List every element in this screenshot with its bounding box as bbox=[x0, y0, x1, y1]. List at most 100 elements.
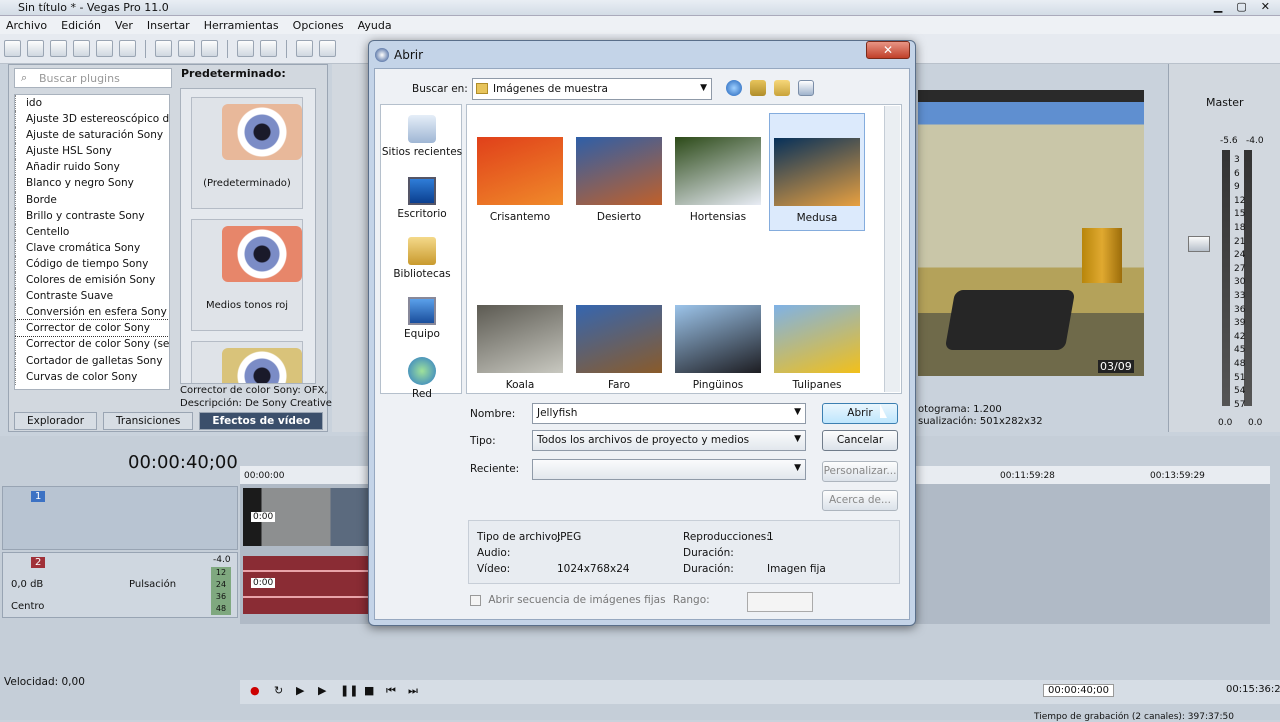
list-item[interactable]: Blanco y negro Sony bbox=[15, 175, 169, 192]
render-icon[interactable] bbox=[96, 40, 113, 57]
list-item[interactable]: Clave cromática Sony bbox=[15, 239, 169, 256]
tab-explorador[interactable]: Explorador bbox=[14, 412, 98, 430]
list-item[interactable]: Borde bbox=[15, 191, 169, 208]
file-item-koala[interactable]: Koala bbox=[472, 305, 568, 391]
list-item[interactable]: Cortador de galletas Sony bbox=[15, 352, 169, 369]
list-item[interactable]: ido bbox=[15, 95, 169, 112]
menu-opciones[interactable]: Opciones bbox=[293, 19, 344, 32]
tab-transiciones[interactable]: Transiciones bbox=[103, 412, 194, 430]
file-item-pinguinos[interactable]: Pingüinos bbox=[670, 305, 766, 391]
pause-icon[interactable]: ❚❚ bbox=[340, 684, 358, 697]
customize-button[interactable]: Personalizar... bbox=[822, 461, 898, 482]
list-item[interactable]: Añadir ruido Sony bbox=[15, 159, 169, 176]
filename-input[interactable]: Jellyfish ▼ bbox=[532, 403, 806, 424]
stop-icon[interactable]: ■ bbox=[364, 684, 374, 697]
preset-third[interactable] bbox=[191, 341, 303, 383]
file-item-desierto[interactable]: Desierto bbox=[571, 137, 667, 223]
audio-track-header[interactable]: 2 0,0 dB Pulsación Centro -4.0 12 24 36 … bbox=[2, 552, 238, 618]
close-icon[interactable]: ✕ bbox=[1261, 0, 1270, 13]
file-list[interactable]: Crisantemo Desierto Hortensias Medusa Ko… bbox=[466, 104, 902, 394]
place-computer[interactable]: Equipo bbox=[381, 297, 463, 340]
cut-icon[interactable] bbox=[155, 40, 172, 57]
maximize-icon[interactable]: ▢ bbox=[1236, 0, 1246, 13]
file-item-tulipanes[interactable]: Tulipanes bbox=[769, 305, 865, 391]
video-clip[interactable]: 0:00 bbox=[243, 488, 368, 546]
menu-edicion[interactable]: Edición bbox=[61, 19, 101, 32]
preset-default[interactable]: (Predeterminado) bbox=[191, 97, 303, 209]
normal-edit-tool-icon[interactable] bbox=[296, 40, 313, 57]
list-item[interactable]: Código de tiempo Sony bbox=[15, 255, 169, 273]
view-menu-icon[interactable] bbox=[798, 80, 814, 96]
menu-archivo[interactable]: Archivo bbox=[6, 19, 47, 32]
plugins-list[interactable]: ido Ajuste 3D estereoscópico de Ajuste d… bbox=[14, 94, 170, 390]
place-network[interactable]: Red bbox=[381, 357, 463, 400]
file-item-faro[interactable]: Faro bbox=[571, 305, 667, 391]
track-number: 2 bbox=[31, 557, 46, 568]
sequence-checkbox[interactable] bbox=[470, 594, 481, 606]
list-item[interactable]: Colores de emisión Sony bbox=[15, 272, 169, 289]
save-as-icon[interactable] bbox=[73, 40, 90, 57]
go-end-icon[interactable]: ⏭ bbox=[408, 684, 418, 698]
menu-insertar[interactable]: Insertar bbox=[147, 19, 190, 32]
scale-tick: 9 bbox=[1234, 182, 1240, 193]
audio-clip[interactable]: 0:00 bbox=[243, 556, 368, 614]
redo-icon[interactable] bbox=[260, 40, 277, 57]
list-item-selected[interactable]: Corrector de color Sony bbox=[15, 319, 169, 338]
place-recent[interactable]: Sitios recientes bbox=[381, 115, 463, 158]
file-item-medusa[interactable]: Medusa bbox=[769, 113, 865, 231]
place-libraries[interactable]: Bibliotecas bbox=[381, 237, 463, 280]
search-plugins-input[interactable]: ⌕ Buscar plugins bbox=[14, 68, 172, 88]
video-track-header[interactable]: 1 bbox=[2, 486, 238, 550]
filetype-select[interactable]: Todos los archivos de proyecto y medios … bbox=[532, 430, 806, 451]
list-item[interactable]: Brillo y contraste Sony bbox=[15, 207, 169, 224]
dialog-close-button[interactable]: ✕ bbox=[866, 41, 910, 59]
master-fader[interactable] bbox=[1188, 236, 1210, 252]
menu-herramientas[interactable]: Herramientas bbox=[204, 19, 279, 32]
range-input[interactable] bbox=[747, 592, 813, 612]
save-icon[interactable] bbox=[50, 40, 67, 57]
tab-efectos-de-video[interactable]: Efectos de vídeo bbox=[199, 412, 324, 430]
recent-select[interactable]: ▼ bbox=[532, 459, 806, 480]
menu-ver[interactable]: Ver bbox=[115, 19, 133, 32]
menu-ayuda[interactable]: Ayuda bbox=[358, 19, 392, 32]
list-item[interactable]: Ajuste HSL Sony bbox=[15, 143, 169, 160]
list-item[interactable]: Corrector de color Sony (sec bbox=[15, 336, 169, 353]
file-item-crisantemo[interactable]: Crisantemo bbox=[472, 137, 568, 223]
record-icon[interactable]: ● bbox=[250, 684, 260, 697]
paste-icon[interactable] bbox=[201, 40, 218, 57]
list-item[interactable]: Contraste Suave bbox=[15, 288, 169, 305]
undo-icon[interactable] bbox=[237, 40, 254, 57]
go-start-icon[interactable]: ⏮ bbox=[386, 684, 396, 698]
up-folder-icon[interactable] bbox=[750, 80, 766, 96]
place-desktop[interactable]: Escritorio bbox=[381, 177, 463, 220]
list-item[interactable]: Ajuste 3D estereoscópico de bbox=[15, 111, 169, 128]
new-file-icon[interactable] bbox=[4, 40, 21, 57]
loop-icon[interactable]: ↻ bbox=[274, 684, 283, 697]
file-name: Hortensias bbox=[689, 211, 747, 223]
back-icon[interactable] bbox=[726, 80, 742, 96]
lookin-combo[interactable]: Imágenes de muestra ▼ bbox=[472, 78, 712, 100]
list-item[interactable]: Conversión en esfera Sony bbox=[15, 304, 169, 321]
file-item-hortensias[interactable]: Hortensias bbox=[670, 137, 766, 223]
recent-places-icon bbox=[408, 115, 436, 143]
menu-bar: Archivo Edición Ver Insertar Herramienta… bbox=[0, 16, 1280, 34]
properties-icon[interactable] bbox=[119, 40, 136, 57]
track-effect[interactable]: Pulsación bbox=[129, 579, 176, 590]
scale-tick: 24 bbox=[1234, 250, 1246, 261]
preset-red-midtones[interactable]: Medios tonos roj bbox=[191, 219, 303, 331]
file-list-scrollbar[interactable] bbox=[884, 106, 900, 392]
about-button[interactable]: Acerca de... bbox=[822, 490, 898, 511]
play-from-start-icon[interactable]: ▶ bbox=[296, 684, 304, 697]
list-item[interactable]: Ajuste de saturación Sony bbox=[15, 127, 169, 144]
hud-time: 03/09 bbox=[1098, 360, 1134, 373]
minimize-icon[interactable]: ▁ bbox=[1214, 0, 1222, 13]
play-icon[interactable]: ▶ bbox=[318, 684, 326, 697]
copy-icon[interactable] bbox=[178, 40, 195, 57]
list-item[interactable]: Centello bbox=[15, 223, 169, 240]
open-folder-icon[interactable] bbox=[27, 40, 44, 57]
new-folder-icon[interactable] bbox=[774, 80, 790, 96]
file-name: Crisantemo bbox=[489, 211, 551, 223]
list-item[interactable]: Curvas de color Sony bbox=[15, 368, 169, 385]
envelope-tool-icon[interactable] bbox=[319, 40, 336, 57]
cancel-button[interactable]: Cancelar bbox=[822, 430, 898, 451]
